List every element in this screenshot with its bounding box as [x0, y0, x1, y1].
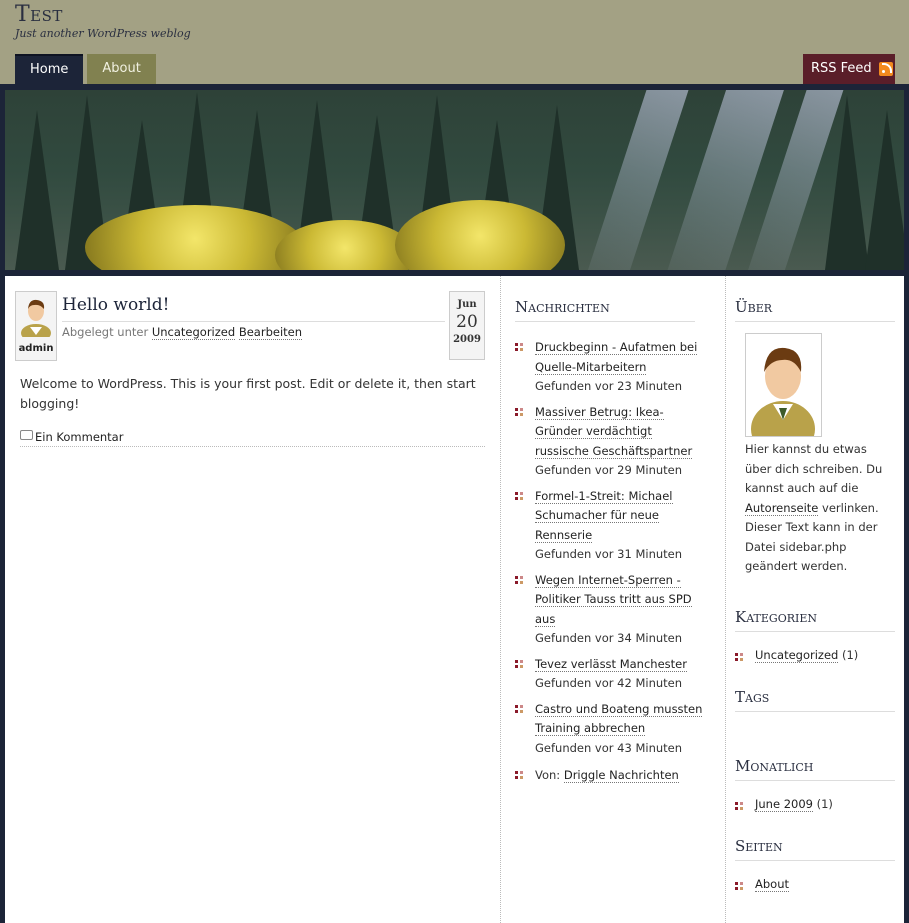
rss-feed-button[interactable]: RSS Feed — [803, 54, 895, 84]
bullet-icon — [515, 575, 523, 584]
bullet-icon — [515, 343, 523, 351]
about-text: Hier kannst du etwas über dich schreiben… — [745, 440, 895, 577]
list-item: Druckbeginn - Aufatmen bei Quelle-Mitarb… — [515, 338, 705, 397]
bullet-icon — [515, 704, 523, 713]
news-list: Druckbeginn - Aufatmen bei Quelle-Mitarb… — [515, 338, 705, 792]
bullet-icon — [735, 802, 743, 810]
news-heading: Nachrichten — [515, 298, 695, 322]
post-meta-prefix: Abgelegt unter — [62, 325, 149, 339]
bullet-icon — [515, 659, 523, 668]
news-link[interactable]: Formel-1-Streit: Michael Schumacher für … — [535, 488, 673, 543]
comment-label: Ein Kommentar — [35, 430, 124, 444]
news-found: Gefunden vor 42 Minuten — [535, 676, 683, 690]
list-item: Wegen Internet-Sperren - Politiker Tauss… — [515, 571, 705, 649]
main-nav: Home About — [15, 54, 160, 84]
news-link[interactable]: Druckbeginn - Aufatmen bei Quelle-Mitarb… — [535, 340, 698, 375]
category-count: (1) — [842, 648, 859, 662]
news-found: Gefunden vor 31 Minuten — [535, 547, 683, 561]
list-item: Uncategorized (1) — [735, 648, 859, 663]
list-item: June 2009 (1) — [735, 797, 833, 812]
rss-feed-label: RSS Feed — [811, 61, 872, 76]
list-item: Tevez verlässt Manchester Gefunden vor 42… — [515, 655, 705, 694]
nav-item-home[interactable]: Home — [15, 54, 84, 84]
edit-link[interactable]: Bearbeiten — [238, 325, 303, 340]
category-link[interactable]: Uncategorized — [755, 648, 839, 663]
news-link[interactable]: Castro und Boateng mussten Training abbr… — [535, 701, 703, 736]
archive-count: (1) — [816, 797, 833, 811]
user-avatar-icon — [21, 299, 51, 342]
bullet-icon — [515, 407, 523, 416]
bullet-icon — [735, 653, 743, 661]
author-avatar-box: admin — [15, 291, 57, 361]
list-item: Castro und Boateng mussten Training abbr… — [515, 700, 705, 759]
list-item: About — [735, 877, 790, 892]
pages-heading: Seiten — [735, 837, 895, 861]
news-found: Gefunden vor 23 Minuten — [535, 379, 683, 393]
news-found: Gefunden vor 29 Minuten — [535, 463, 683, 477]
about-text-1: Hier kannst du etwas über dich schreiben… — [745, 442, 883, 495]
categories-heading: Kategorien — [735, 608, 895, 632]
header-banner-image — [5, 90, 904, 270]
bullet-icon — [735, 882, 743, 890]
about-heading: Über — [735, 298, 895, 322]
news-link[interactable]: Tevez verlässt Manchester — [535, 656, 687, 672]
content-area: admin Hello world! Abgelegt unter Uncate… — [5, 276, 904, 923]
site-description: Just another WordPress weblog — [15, 27, 191, 40]
page-link-about[interactable]: About — [755, 877, 790, 892]
date-month: Jun — [457, 299, 477, 310]
about-avatar — [745, 333, 822, 457]
list-item: Massiver Betrug: Ikea-Gründer verdächtig… — [515, 403, 705, 481]
news-source-prefix: Von: — [535, 768, 561, 782]
tags-heading: Tags — [735, 688, 895, 712]
bullet-icon — [515, 491, 523, 500]
main-column: admin Hello world! Abgelegt unter Uncate… — [5, 276, 495, 923]
nav-item-about[interactable]: About — [87, 54, 156, 84]
comment-link[interactable]: Ein Kommentar — [20, 430, 123, 444]
news-found: Gefunden vor 43 Minuten — [535, 740, 683, 755]
author-name[interactable]: admin — [16, 343, 56, 354]
news-source-link[interactable]: Driggle Nachrichten — [563, 768, 679, 783]
post-title[interactable]: Hello world! — [62, 295, 169, 315]
post-meta: Abgelegt unter Uncategorized Bearbeiten — [62, 325, 303, 340]
list-item: Von: Driggle Nachrichten — [515, 766, 705, 786]
bullet-icon — [515, 771, 523, 779]
news-found: Gefunden vor 34 Minuten — [535, 631, 683, 645]
monthly-heading: Monatlich — [735, 757, 895, 781]
site-title[interactable]: Test — [15, 2, 63, 27]
post-date: Jun 20 2009 — [449, 291, 485, 360]
news-link[interactable]: Wegen Internet-Sperren - Politiker Tauss… — [535, 572, 692, 627]
archive-link[interactable]: June 2009 — [755, 797, 813, 812]
post-body: Welcome to WordPress. This is your first… — [20, 376, 476, 411]
rss-icon — [879, 62, 893, 76]
date-year: 2009 — [453, 334, 481, 345]
site-header: Test Just another WordPress weblog Home … — [0, 0, 909, 84]
date-day: 20 — [456, 312, 478, 332]
news-link[interactable]: Massiver Betrug: Ikea-Gründer verdächtig… — [535, 404, 693, 459]
user-avatar-icon — [751, 347, 815, 457]
comment-icon — [20, 430, 33, 440]
author-page-link[interactable]: Autorenseite — [745, 500, 819, 516]
list-item: Formel-1-Streit: Michael Schumacher für … — [515, 487, 705, 565]
category-link[interactable]: Uncategorized — [151, 325, 236, 340]
